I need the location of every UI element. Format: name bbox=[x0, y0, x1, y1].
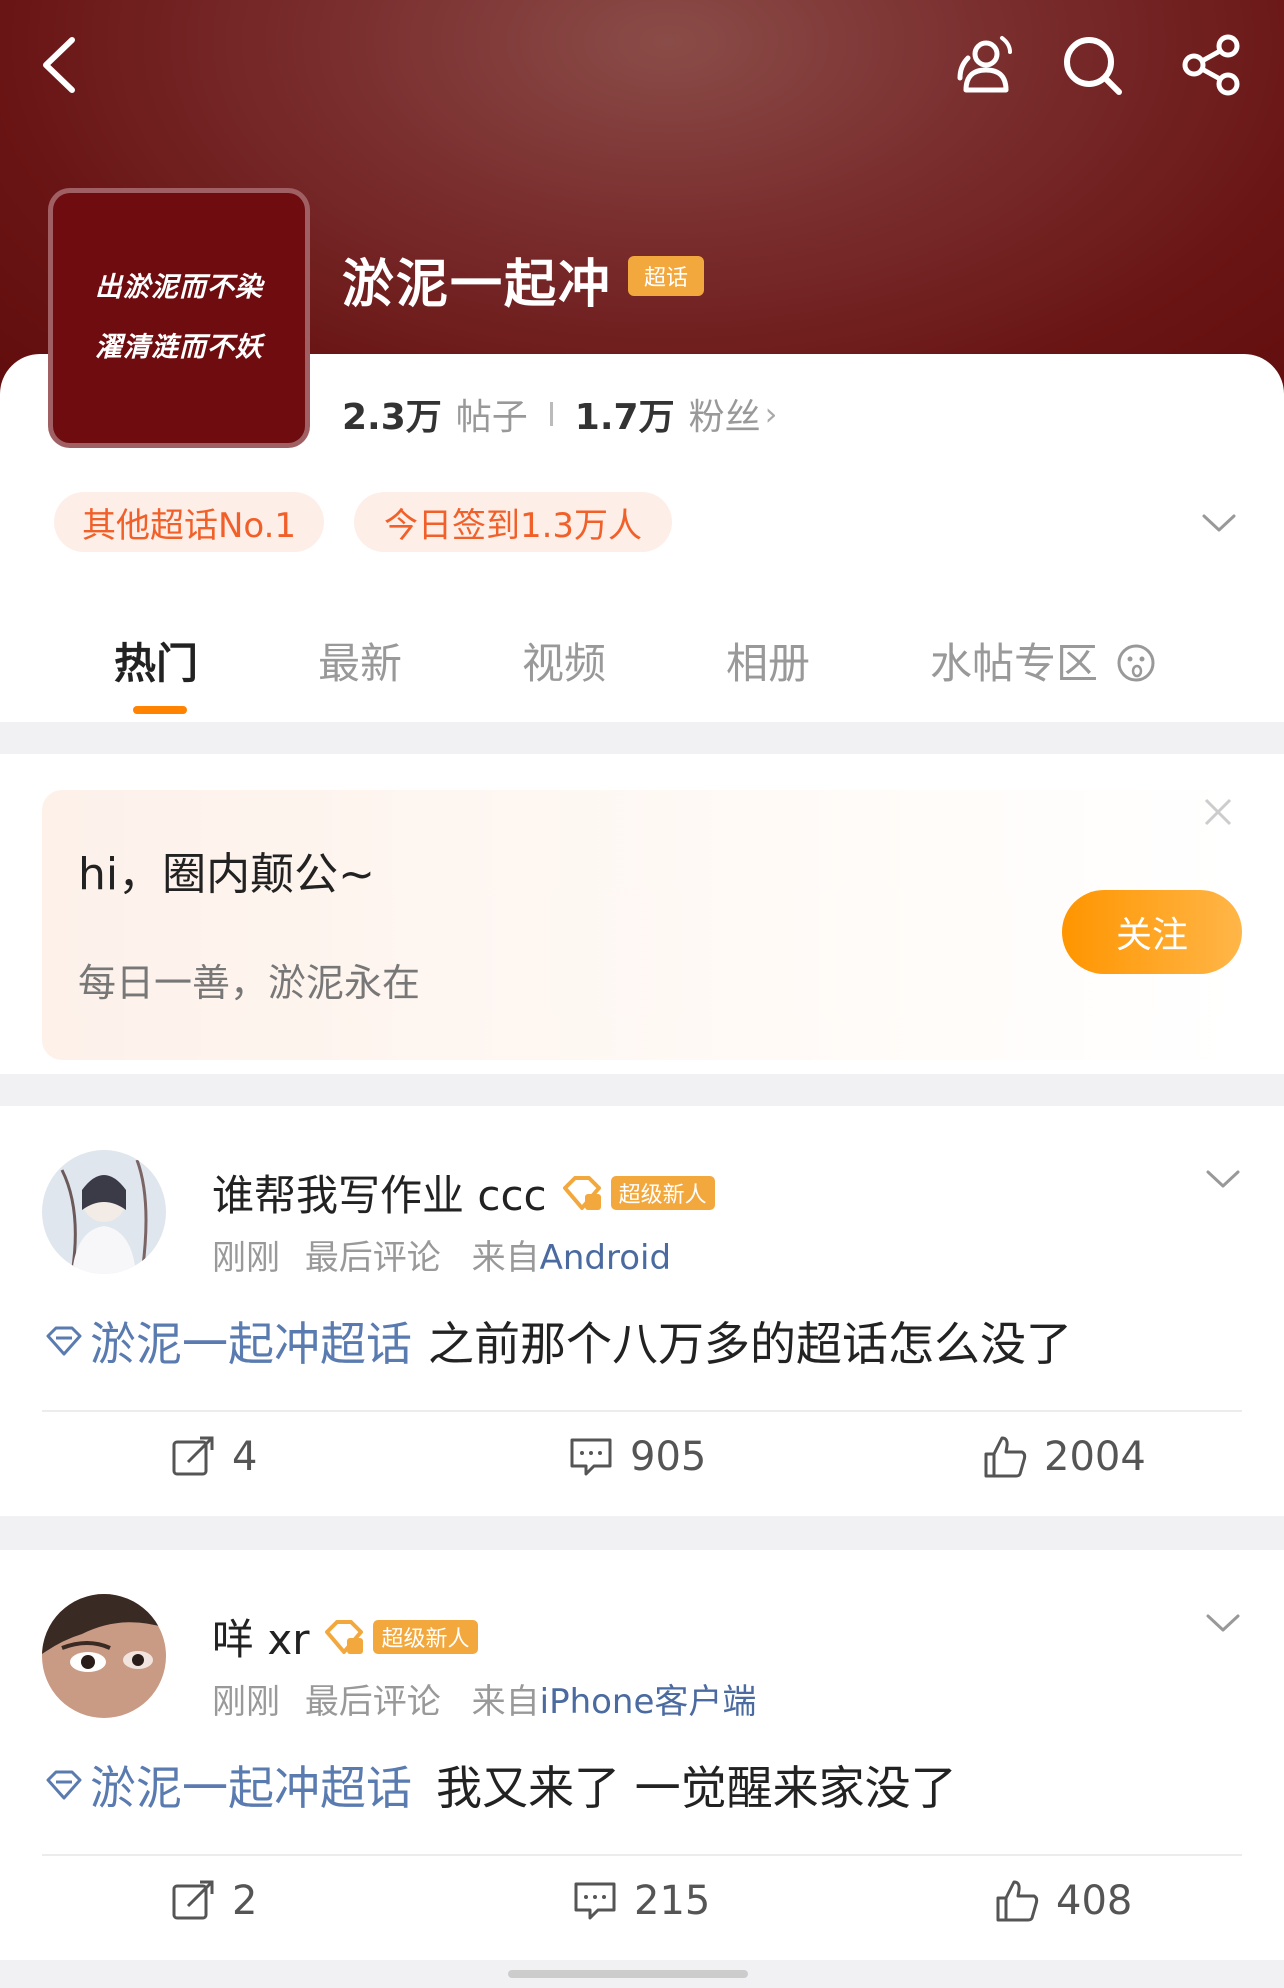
active-tab-indicator bbox=[133, 706, 187, 714]
supertopic-badge: 超话 bbox=[628, 256, 704, 296]
source-prefix: 来自 bbox=[471, 1682, 540, 1722]
avatar[interactable] bbox=[42, 1150, 166, 1274]
checkin-pill[interactable]: 今日签到1.3万人 bbox=[354, 492, 672, 552]
tab-video[interactable]: 视频 bbox=[522, 630, 606, 691]
close-icon[interactable] bbox=[1198, 792, 1238, 832]
follow-button[interactable]: 关注 bbox=[1062, 890, 1242, 974]
chevron-down-icon[interactable] bbox=[1200, 1156, 1246, 1202]
tab-hot[interactable]: 热门 bbox=[114, 630, 198, 691]
repost-icon bbox=[172, 1436, 214, 1476]
avatar-line: 出淤泥而不染 bbox=[95, 272, 263, 303]
like-button[interactable]: 408 bbox=[994, 1878, 1132, 1924]
thumbs-up-icon bbox=[984, 1436, 1027, 1478]
chevron-right-icon[interactable]: › bbox=[765, 395, 778, 433]
divider bbox=[42, 1854, 1242, 1856]
divider bbox=[42, 1410, 1242, 1412]
comment-icon bbox=[570, 1438, 612, 1476]
topic-stats: 2.3万 帖子 1.7万 粉丝 › bbox=[342, 388, 777, 440]
diamond-icon bbox=[46, 1326, 82, 1356]
chevron-down-icon[interactable] bbox=[1196, 500, 1242, 546]
posts-count: 2.3万 bbox=[342, 397, 442, 438]
post-time: 刚刚 bbox=[212, 1682, 280, 1722]
avatar-line: 濯清涟而不妖 bbox=[95, 332, 263, 363]
posts-label: 帖子 bbox=[455, 397, 528, 438]
stats-divider bbox=[549, 402, 553, 426]
username[interactable]: 谁帮我写作业 ccc bbox=[212, 1162, 547, 1223]
fans-label[interactable]: 粉丝 bbox=[689, 388, 761, 440]
like-count: 408 bbox=[1056, 1878, 1133, 1924]
chevron-down-icon[interactable] bbox=[1200, 1600, 1246, 1646]
topic-link[interactable]: 淤泥一起冲超话 bbox=[44, 1308, 412, 1374]
newbie-badge: 超级新人 bbox=[373, 1619, 478, 1654]
people-icon[interactable] bbox=[948, 30, 1018, 100]
topic-link[interactable]: 淤泥一起冲超话 bbox=[44, 1752, 412, 1818]
thumbs-up-icon bbox=[996, 1880, 1039, 1922]
repost-count: 4 bbox=[232, 1434, 258, 1480]
post-author[interactable]: 咩 xr 超级新人 bbox=[212, 1606, 478, 1667]
avatar[interactable] bbox=[42, 1594, 166, 1718]
topic-name[interactable]: 淤泥一起冲超话 bbox=[90, 1308, 412, 1374]
post-content[interactable]: 淤泥一起冲超话 我又来了 一觉醒来家没了 bbox=[44, 1752, 957, 1818]
home-indicator bbox=[508, 1970, 748, 1978]
tab-label: 水帖专区 bbox=[930, 639, 1099, 688]
post-source: Android bbox=[539, 1238, 672, 1278]
tab-label: 相册 bbox=[726, 639, 811, 688]
search-icon[interactable] bbox=[1057, 30, 1127, 100]
post-author[interactable]: 谁帮我写作业 ccc 超级新人 bbox=[212, 1162, 715, 1223]
post-activity: 最后评论 bbox=[304, 1238, 441, 1278]
post-content[interactable]: 淤泥一起冲超话 之前那个八万多的超话怎么没了 bbox=[44, 1308, 1072, 1374]
tab-water-posts[interactable]: 水帖专区 bbox=[930, 630, 1157, 691]
post-source: iPhone客户端 bbox=[539, 1682, 757, 1722]
back-icon[interactable] bbox=[28, 30, 98, 100]
like-count: 2004 bbox=[1044, 1434, 1146, 1480]
comment-count: 905 bbox=[630, 1434, 707, 1480]
source-prefix: 来自 bbox=[471, 1238, 540, 1278]
post-meta: 刚刚 最后评论 来自Android bbox=[212, 1230, 671, 1279]
repost-button[interactable]: 2 bbox=[170, 1878, 257, 1924]
face-icon bbox=[1115, 642, 1157, 684]
post-time: 刚刚 bbox=[212, 1238, 280, 1278]
tab-latest[interactable]: 最新 bbox=[318, 630, 402, 691]
share-icon[interactable] bbox=[1176, 30, 1246, 100]
post-activity: 最后评论 bbox=[304, 1682, 441, 1722]
username[interactable]: 咩 xr bbox=[212, 1606, 309, 1667]
comment-button[interactable]: 215 bbox=[572, 1878, 710, 1924]
member-icon bbox=[325, 1619, 364, 1654]
topic-title: 淤泥一起冲 bbox=[342, 255, 613, 315]
tab-label: 最新 bbox=[318, 639, 403, 688]
tab-label: 视频 bbox=[522, 639, 607, 688]
comment-button[interactable]: 905 bbox=[568, 1434, 706, 1480]
post-meta: 刚刚 最后评论 来自iPhone客户端 bbox=[212, 1674, 756, 1723]
welcome-subtitle: 每日一善，淤泥永在 bbox=[78, 961, 421, 1005]
repost-button[interactable]: 4 bbox=[170, 1434, 257, 1480]
newbie-badge: 超级新人 bbox=[610, 1175, 715, 1210]
repost-count: 2 bbox=[232, 1878, 258, 1924]
comment-icon bbox=[574, 1882, 616, 1920]
tab-album[interactable]: 相册 bbox=[726, 630, 810, 691]
repost-icon bbox=[172, 1880, 214, 1920]
topic-avatar: 出淤泥而不染 濯清涟而不妖 bbox=[48, 188, 310, 448]
tab-bar: 热门 最新 视频 相册 水帖专区 bbox=[0, 630, 1284, 690]
comment-count: 215 bbox=[634, 1878, 711, 1924]
tab-label: 热门 bbox=[114, 639, 199, 688]
like-button[interactable]: 2004 bbox=[982, 1434, 1146, 1480]
member-icon bbox=[562, 1175, 601, 1210]
diamond-icon bbox=[46, 1770, 82, 1800]
post-text: 之前那个八万多的超话怎么没了 bbox=[428, 1317, 1072, 1371]
fans-count[interactable]: 1.7万 bbox=[575, 388, 675, 440]
topic-name[interactable]: 淤泥一起冲超话 bbox=[90, 1752, 412, 1818]
welcome-title: hi，圈内颠公~ bbox=[78, 849, 375, 900]
rank-pill[interactable]: 其他超话No.1 bbox=[54, 492, 324, 552]
post-text: 我又来了 一觉醒来家没了 bbox=[436, 1761, 957, 1815]
